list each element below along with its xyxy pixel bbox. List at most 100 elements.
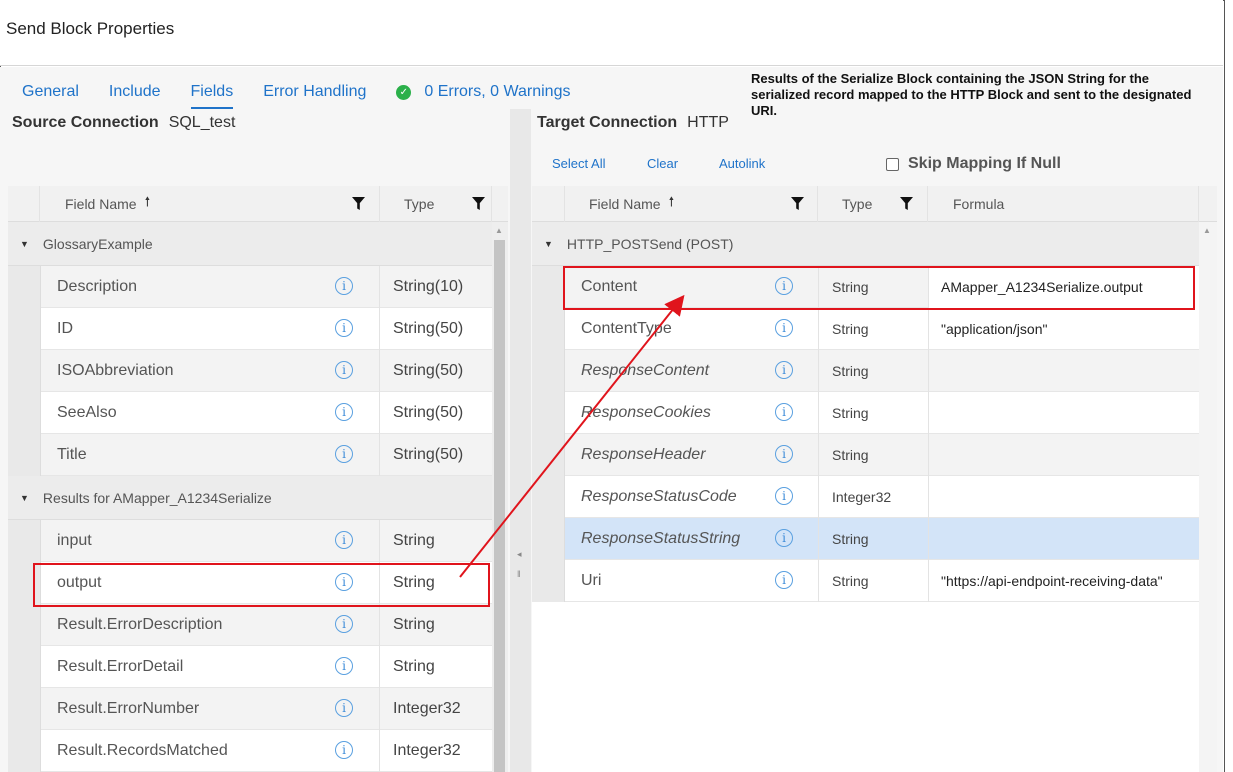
field-name: Result.RecordsMatched (57, 742, 228, 759)
row-gutter (8, 688, 41, 730)
info-icon[interactable]: i (775, 487, 793, 505)
row-gutter (532, 266, 565, 308)
table-row[interactable]: Title i String(50) (8, 434, 492, 476)
target-header-field-name[interactable]: Field Name 🠕 (565, 186, 818, 222)
formula-cell[interactable] (928, 350, 1199, 392)
info-icon[interactable]: i (335, 615, 353, 633)
field-name: ISOAbbreviation (57, 362, 174, 379)
table-row[interactable]: ContentType i String "application/json" (532, 308, 1199, 350)
info-icon[interactable]: i (335, 403, 353, 421)
field-type: String (818, 392, 928, 434)
scroll-up-icon[interactable]: ▲ (495, 226, 503, 235)
info-icon[interactable]: i (775, 319, 793, 337)
info-icon[interactable]: i (335, 277, 353, 295)
field-type: String (818, 350, 928, 392)
table-row[interactable]: input i String (8, 520, 492, 562)
field-type: String(50) (379, 308, 492, 350)
target-header-formula[interactable]: Formula (928, 186, 1199, 222)
target-header-type[interactable]: Type (818, 186, 928, 222)
table-row[interactable]: ResponseCookies i String (532, 392, 1199, 434)
caret-down-icon[interactable]: ▼ (544, 239, 553, 249)
table-row[interactable]: ResponseContent i String (532, 350, 1199, 392)
formula-cell[interactable]: "https://api-endpoint-receiving-data" (928, 560, 1199, 602)
info-icon[interactable]: i (775, 445, 793, 463)
field-name: ContentType (581, 320, 672, 337)
source-header-type[interactable]: Type (380, 186, 492, 222)
info-icon[interactable]: i (335, 531, 353, 549)
select-all-button[interactable]: Select All (552, 156, 605, 171)
scroll-up-icon[interactable]: ▲ (1203, 226, 1211, 235)
validation-status[interactable]: ✓ 0 Errors, 0 Warnings (396, 83, 570, 101)
tab-fields[interactable]: Fields (190, 83, 234, 109)
table-row[interactable]: Description i String(10) (8, 266, 492, 308)
info-icon[interactable]: i (335, 445, 353, 463)
table-row[interactable]: Result.ErrorDescription i String (8, 604, 492, 646)
tab-general[interactable]: General (22, 83, 79, 109)
target-group-http-post[interactable]: ▼ HTTP_POSTSend (POST) (532, 222, 1199, 266)
field-type: Integer32 (818, 476, 928, 518)
info-icon[interactable]: i (335, 361, 353, 379)
tab-error-handling[interactable]: Error Handling (263, 83, 366, 109)
formula-cell[interactable] (928, 392, 1199, 434)
skip-mapping-checkbox[interactable] (886, 157, 899, 171)
formula-cell[interactable] (928, 518, 1199, 560)
table-row[interactable]: Uri i String "https://api-endpoint-recei… (532, 560, 1199, 602)
field-type: Integer32 (379, 730, 492, 772)
field-name: ID (57, 320, 73, 337)
field-name: input (57, 532, 92, 549)
info-icon[interactable]: i (775, 361, 793, 379)
clear-button[interactable]: Clear (647, 156, 678, 171)
table-row[interactable]: Result.ErrorDetail i String (8, 646, 492, 688)
source-header-field-name[interactable]: Field Name 🠕 (40, 186, 380, 222)
splitter-grip-icon: ◂ ‖ (517, 549, 522, 579)
filter-icon[interactable] (472, 197, 485, 210)
table-row[interactable]: ResponseStatusCode i Integer32 (532, 476, 1199, 518)
table-row[interactable]: Result.ErrorNumber i Integer32 (8, 688, 492, 730)
field-name: ResponseStatusString (581, 530, 741, 547)
info-icon[interactable]: i (775, 529, 793, 547)
field-name: Uri (581, 572, 602, 589)
tab-include[interactable]: Include (109, 83, 161, 109)
filter-icon[interactable] (791, 197, 804, 210)
source-scrollbar[interactable]: ▲ (492, 222, 508, 772)
info-icon[interactable]: i (335, 319, 353, 337)
source-connection-label: Source Connection (12, 114, 159, 131)
table-row-selected[interactable]: ResponseStatusString i String (532, 518, 1199, 560)
row-gutter (8, 646, 41, 688)
info-icon[interactable]: i (335, 699, 353, 717)
formula-cell[interactable]: "application/json" (928, 308, 1199, 350)
field-type: String (818, 308, 928, 350)
row-gutter (8, 434, 41, 476)
info-icon[interactable]: i (335, 741, 353, 759)
autolink-button[interactable]: Autolink (719, 156, 765, 171)
target-header-field-name-label: Field Name (589, 196, 661, 212)
table-row[interactable]: ResponseHeader i String (532, 434, 1199, 476)
info-icon[interactable]: i (775, 571, 793, 589)
table-row[interactable]: ISOAbbreviation i String(50) (8, 350, 492, 392)
caret-down-icon[interactable]: ▼ (20, 239, 29, 249)
filter-icon[interactable] (900, 197, 913, 210)
row-gutter (8, 604, 41, 646)
filter-icon[interactable] (352, 197, 365, 210)
row-gutter (8, 520, 41, 562)
source-group-label: GlossaryExample (42, 235, 153, 252)
skip-mapping-option[interactable]: Skip Mapping If Null (886, 155, 1061, 173)
source-group-glossary[interactable]: ▼ GlossaryExample (8, 222, 492, 266)
info-icon[interactable]: i (775, 403, 793, 421)
formula-cell[interactable] (928, 434, 1199, 476)
field-type: String (818, 560, 928, 602)
table-row[interactable]: ID i String(50) (8, 308, 492, 350)
field-name: ResponseContent (581, 362, 710, 379)
formula-cell[interactable] (928, 476, 1199, 518)
pane-splitter[interactable]: ◂ ‖ (510, 109, 531, 772)
row-gutter (532, 308, 565, 350)
row-gutter (532, 350, 565, 392)
row-gutter (532, 518, 565, 560)
info-icon[interactable]: i (335, 657, 353, 675)
source-group-serialize-results[interactable]: ▼ Results for AMapper_A1234Serialize (8, 476, 492, 520)
target-scrollbar[interactable]: ▲ (1199, 222, 1217, 772)
table-row[interactable]: Result.RecordsMatched i Integer32 (8, 730, 492, 772)
table-row[interactable]: SeeAlso i String(50) (8, 392, 492, 434)
scrollbar-thumb[interactable] (494, 240, 505, 772)
caret-down-icon[interactable]: ▼ (20, 493, 29, 503)
